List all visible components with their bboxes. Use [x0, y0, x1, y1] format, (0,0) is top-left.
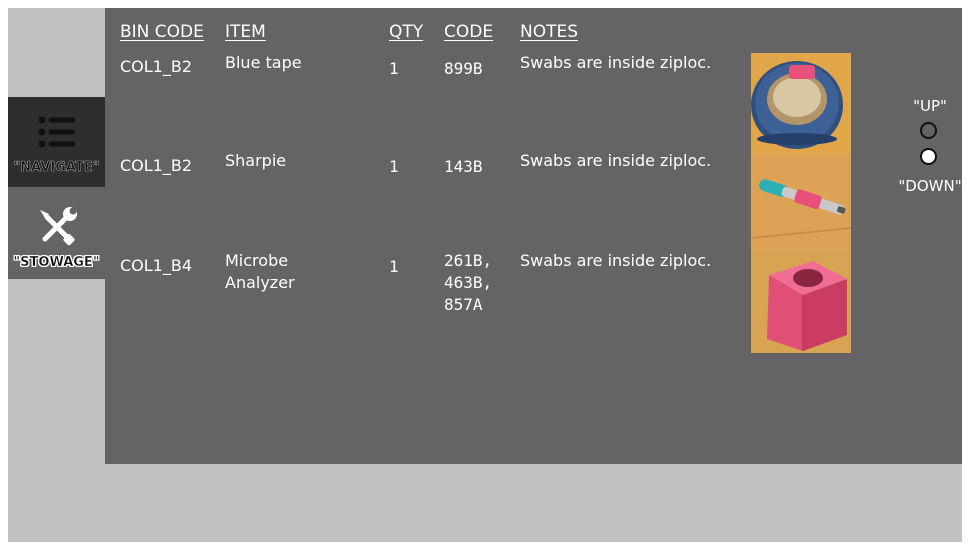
- stowage-label: "STOWAGE": [13, 255, 100, 270]
- navigate-button[interactable]: "NAVIGATE": [8, 97, 105, 187]
- header-notes: NOTES: [520, 22, 579, 42]
- header-item: ITEM: [225, 22, 266, 42]
- stowage-button[interactable]: "STOWAGE": [8, 187, 105, 279]
- bin-code-cell: COL1_B4: [120, 256, 193, 275]
- down-label: "DOWN": [898, 177, 962, 195]
- scroll-down-button[interactable]: [920, 148, 937, 165]
- header-bin-code: BIN CODE: [120, 22, 204, 42]
- header-code: CODE: [444, 22, 494, 42]
- qty-cell: 1: [389, 59, 399, 78]
- item-cell: Sharpie: [225, 151, 287, 170]
- item-cell: Microbe Analyzer: [225, 251, 295, 292]
- navigate-label: "NAVIGATE": [13, 160, 100, 175]
- notes-cell: Swabs are inside ziploc.: [520, 151, 712, 170]
- list-icon: [38, 116, 75, 148]
- code-cell: 899B: [444, 59, 483, 78]
- bin-code-cell: COL1_B2: [120, 57, 193, 76]
- scroll-up-button[interactable]: [920, 122, 937, 139]
- tools-icon: [39, 207, 77, 246]
- qty-cell: 1: [389, 257, 399, 276]
- sharpie-marker-photo: [751, 153, 851, 253]
- code-cell: 261B, 463B, 857A: [444, 251, 493, 314]
- pink-cube-photo: [751, 253, 851, 353]
- notes-cell: Swabs are inside ziploc.: [520, 251, 712, 270]
- up-label: "UP": [913, 97, 947, 115]
- qty-cell: 1: [389, 157, 399, 176]
- blue-tape-roll-photo: [751, 53, 851, 153]
- item-cell: Blue tape: [225, 53, 302, 72]
- header-qty: QTY: [389, 22, 424, 42]
- code-cell: 143B: [444, 157, 483, 176]
- bin-code-cell: COL1_B2: [120, 156, 193, 175]
- notes-cell: Swabs are inside ziploc.: [520, 53, 712, 72]
